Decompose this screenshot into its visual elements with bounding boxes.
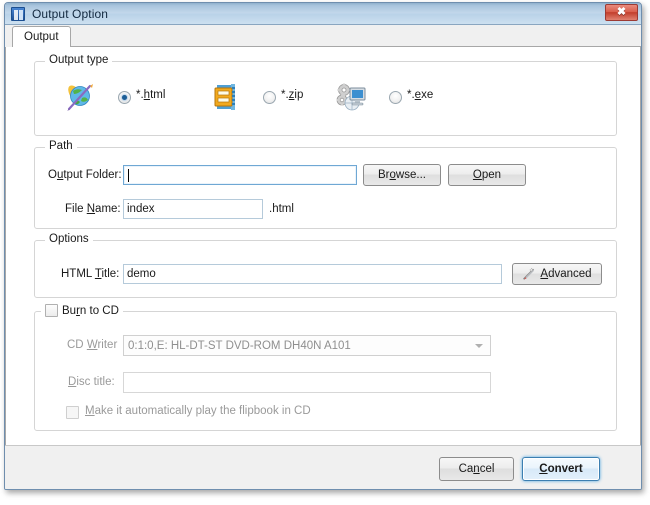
radio-html-label: *.html: [136, 89, 166, 101]
tab-strip-filler: [70, 27, 641, 47]
radio-exe-label: *.exe: [407, 89, 434, 101]
text-caret: [128, 168, 129, 182]
path-legend: Path: [45, 140, 77, 152]
advanced-button[interactable]: Advanced: [512, 263, 602, 285]
dialog-footer: Cancel Convert: [5, 445, 641, 489]
output-folder-input[interactable]: [123, 165, 357, 185]
file-name-value: index: [127, 203, 155, 215]
output-type-group: Output type *.html *.zip *.exe: [34, 54, 617, 136]
output-option-window: Output Option ✖ Output Output type *.htm…: [4, 2, 642, 490]
html-title-input[interactable]: demo: [123, 264, 502, 284]
disc-title-input[interactable]: [123, 372, 491, 393]
output-folder-label: Output Folder:: [48, 169, 122, 181]
title-bar: Output Option ✖: [5, 3, 641, 25]
cd-writer-select[interactable]: 0:1:0,E: HL-DT-ST DVD-ROM DH40N A101: [123, 335, 491, 356]
close-button[interactable]: ✖: [605, 4, 638, 21]
autoplay-checkbox[interactable]: [66, 406, 79, 419]
window-title: Output Option: [32, 6, 109, 21]
gears-monitor-icon: [336, 83, 366, 111]
open-button[interactable]: Open: [448, 164, 526, 186]
burn-to-cd-legend: Burn to CD: [41, 304, 123, 317]
cd-writer-label: CD Writer: [67, 339, 118, 351]
cancel-button-label: Cancel: [458, 463, 495, 475]
zip-archive-icon: [214, 84, 235, 110]
tab-output-label: Output: [24, 31, 59, 43]
options-group: Options HTML Title: demo Advanced: [34, 233, 617, 298]
radio-zip[interactable]: [263, 91, 276, 104]
radio-html[interactable]: [118, 91, 131, 104]
options-legend: Options: [45, 233, 93, 245]
radio-exe[interactable]: [389, 91, 402, 104]
convert-button[interactable]: Convert: [522, 457, 600, 481]
burn-to-cd-label: Burn to CD: [62, 304, 119, 317]
browse-button-label: Browse...: [378, 169, 426, 181]
convert-button-label: Convert: [539, 463, 583, 475]
open-button-label: Open: [472, 169, 502, 181]
output-type-legend: Output type: [45, 54, 113, 66]
file-extension-label: .html: [269, 203, 294, 215]
file-name-input[interactable]: index: [123, 199, 263, 219]
autoplay-label: Make it automatically play the flipbook …: [85, 405, 311, 417]
globe-pencil-icon: [67, 84, 93, 111]
path-group: Path Output Folder: Browse... Open File …: [34, 140, 617, 229]
burn-to-cd-group: Burn to CD CD Writer 0:1:0,E: HL-DT-ST D…: [34, 304, 617, 431]
cancel-button[interactable]: Cancel: [439, 457, 514, 481]
tab-page-output: Output type *.html *.zip *.exe Path Outp…: [5, 47, 641, 445]
chevron-down-icon: [475, 343, 483, 348]
tab-output[interactable]: Output: [12, 26, 71, 47]
cd-writer-value: 0:1:0,E: HL-DT-ST DVD-ROM DH40N A101: [128, 339, 351, 352]
screen: Output Option ✖ Output Output type *.htm…: [0, 0, 650, 505]
radio-zip-label: *.zip: [281, 89, 304, 101]
burn-to-cd-checkbox[interactable]: [45, 304, 58, 317]
tab-strip: Output: [5, 25, 641, 47]
close-icon: ✖: [616, 6, 627, 18]
html-title-label: HTML Title:: [61, 268, 120, 280]
app-book-icon: [11, 6, 25, 21]
html-title-value: demo: [127, 268, 156, 280]
magic-wand-icon: [523, 267, 535, 280]
advanced-button-label: Advanced: [540, 268, 592, 280]
file-name-label: File Name:: [65, 203, 121, 215]
browse-button[interactable]: Browse...: [363, 164, 441, 186]
disc-title-label: Disc title:: [68, 376, 115, 388]
